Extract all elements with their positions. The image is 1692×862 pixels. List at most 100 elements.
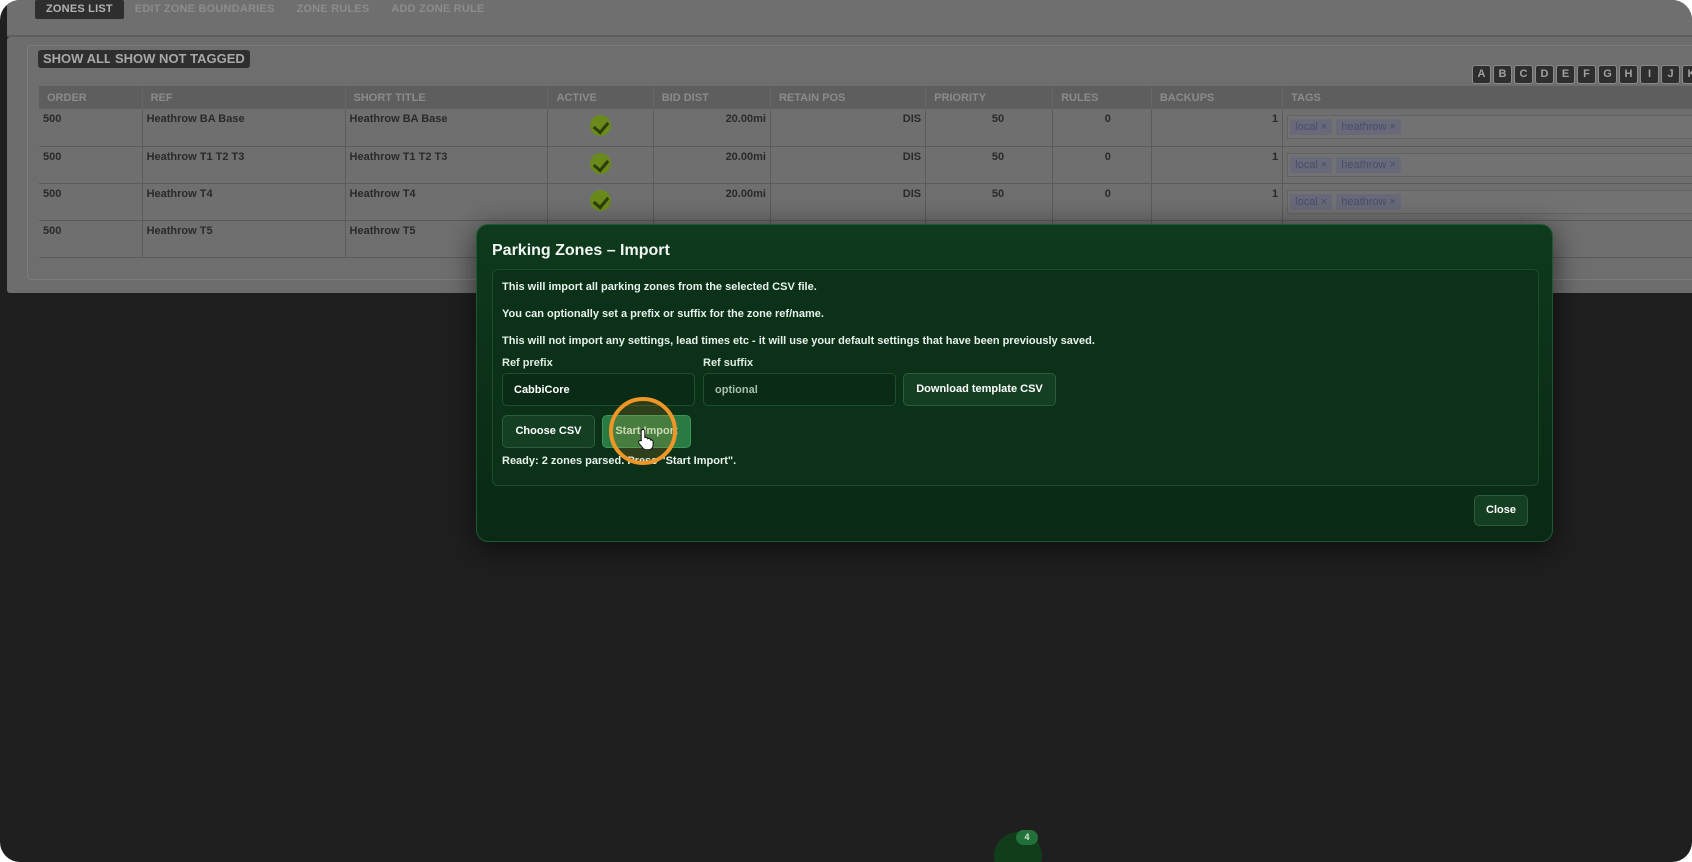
info-text-3: This will not import any settings, lead …	[502, 335, 1095, 347]
choose-csv-button[interactable]: Choose CSV	[502, 415, 595, 448]
column-header[interactable]: ACTIVE	[547, 86, 654, 109]
fab-badge: 4	[1016, 830, 1038, 845]
tag-label: heathrow	[1341, 158, 1387, 171]
cell-tags: local × heathrow ×	[1282, 109, 1692, 147]
ref-suffix-label: Ref suffix	[703, 357, 754, 369]
cell-order: 500	[39, 183, 143, 221]
tag-label: heathrow	[1341, 195, 1387, 208]
cell-retain-pos: DIS	[770, 109, 927, 147]
show-not-tagged-button[interactable]: SHOW NOT TAGGED	[110, 50, 250, 68]
active-check-icon[interactable]	[590, 115, 612, 136]
alphabet-letter-button[interactable]: D	[1535, 65, 1554, 84]
nav-tab[interactable]: ZONES LIST	[35, 0, 124, 19]
close-button[interactable]: Close	[1474, 495, 1528, 526]
modal-title: Parking Zones – Import	[492, 242, 670, 259]
nav-tab[interactable]: ZONE RULES	[285, 0, 380, 19]
alphabet-letter-button[interactable]: F	[1577, 65, 1596, 84]
cell-retain-pos: DIS	[770, 146, 927, 184]
cell-backups: 1	[1151, 146, 1284, 184]
remove-tag-icon[interactable]: ×	[1321, 196, 1327, 208]
cell-short-title: Heathrow T1 T2 T3	[345, 146, 549, 184]
hand-cursor-icon	[638, 428, 654, 450]
cell-rules: 0	[1052, 183, 1152, 221]
top-nav: ZONES LIST EDIT ZONE BOUNDARIES ZONE RULES…	[7, 0, 1692, 37]
show-all-button[interactable]: SHOW ALL	[38, 50, 117, 68]
cell-order: 500	[39, 109, 143, 147]
tag-label: heathrow	[1341, 121, 1387, 133]
column-header[interactable]: RULES	[1052, 86, 1152, 109]
alphabet-letter-button[interactable]: E	[1556, 65, 1575, 84]
alphabet-letter-button[interactable]: C	[1514, 65, 1533, 84]
tag-chip[interactable]: heathrow ×	[1336, 119, 1401, 135]
cell-ref: Heathrow BA Base	[142, 109, 346, 147]
remove-tag-icon[interactable]: ×	[1389, 196, 1395, 208]
alphabet-letter-button[interactable]: G	[1598, 65, 1617, 84]
cell-short-title: Heathrow BA Base	[345, 109, 549, 147]
tags-input[interactable]: local × heathrow ×	[1287, 152, 1692, 177]
cell-rules: 0	[1052, 146, 1152, 184]
ref-prefix-label: Ref prefix	[502, 357, 553, 369]
column-header[interactable]: BACKUPS	[1151, 86, 1284, 109]
column-header[interactable]: SHORT TITLE	[345, 86, 549, 109]
nav-tab[interactable]: ADD ZONE RULE	[380, 0, 495, 19]
tag-chip[interactable]: heathrow ×	[1336, 156, 1401, 173]
table-header-row: ORDER REF SHORT TITLE ACTIVE BID DIST RETAIN …	[39, 86, 1692, 109]
alphabet-letter-button[interactable]: K	[1682, 65, 1692, 84]
tag-label: local	[1295, 195, 1318, 208]
cell-bid-dist: 20.00mi	[653, 183, 771, 221]
tag-label: local	[1295, 158, 1318, 171]
tag-chip[interactable]: local ×	[1290, 193, 1333, 210]
cell-priority: 50	[925, 109, 1054, 147]
ref-suffix-input[interactable]	[703, 373, 896, 406]
alphabet-letter-button[interactable]: J	[1661, 65, 1680, 84]
remove-tag-icon[interactable]: ×	[1389, 121, 1395, 133]
alphabet-letter-button[interactable]: H	[1619, 65, 1638, 84]
column-header[interactable]: BID DIST	[653, 86, 771, 109]
cell-order: 500	[39, 220, 143, 258]
cell-ref: Heathrow T4	[142, 183, 346, 221]
alphabet-filter: ABCDEFGHIJK	[1472, 65, 1692, 84]
alphabet-letter-button[interactable]: I	[1640, 65, 1659, 84]
tag-chip[interactable]: local ×	[1290, 119, 1333, 135]
cell-ref: Heathrow T1 T2 T3	[142, 146, 346, 184]
ref-prefix-input[interactable]	[502, 373, 695, 406]
import-status: Ready: 2 zones parsed. Press "Start Impo…	[502, 455, 737, 467]
tag-chip[interactable]: local ×	[1290, 156, 1333, 173]
cell-backups: 1	[1151, 183, 1284, 221]
nav-tabs: ZONES LIST EDIT ZONE BOUNDARIES ZONE RULES…	[35, 0, 495, 19]
cell-rules: 0	[1052, 109, 1152, 147]
tag-chip[interactable]: heathrow ×	[1336, 193, 1401, 210]
cell-priority: 50	[925, 146, 1054, 184]
tags-input[interactable]: local × heathrow ×	[1287, 115, 1692, 139]
import-modal: Parking Zones – Import This will import …	[476, 224, 1553, 542]
tag-label: local	[1295, 121, 1318, 133]
alphabet-letter-button[interactable]: A	[1472, 65, 1491, 84]
cell-order: 500	[39, 146, 143, 184]
cell-backups: 1	[1151, 109, 1284, 147]
cell-active	[547, 183, 654, 221]
screen: ZONES LIST EDIT ZONE BOUNDARIES ZONE RULES…	[0, 0, 1692, 862]
cell-bid-dist: 20.00mi	[653, 109, 771, 147]
download-template-button[interactable]: Download template CSV	[903, 373, 1056, 406]
column-header[interactable]: RETAIN POS	[770, 86, 927, 109]
cell-active	[547, 109, 654, 147]
cell-tags: local × heathrow ×	[1282, 183, 1692, 221]
column-header[interactable]: TAGS	[1282, 86, 1692, 109]
column-header[interactable]: ORDER	[39, 86, 143, 109]
info-text-1: This will import all parking zones from …	[502, 281, 817, 293]
remove-tag-icon[interactable]: ×	[1321, 121, 1327, 133]
table-row[interactable]: 500 Heathrow BA Base Heathrow BA Base 20.00…	[39, 109, 1692, 147]
cell-active	[547, 146, 654, 184]
remove-tag-icon[interactable]: ×	[1321, 159, 1327, 171]
nav-tab[interactable]: EDIT ZONE BOUNDARIES	[124, 0, 286, 19]
active-check-icon[interactable]	[590, 189, 612, 211]
remove-tag-icon[interactable]: ×	[1389, 159, 1395, 171]
cell-bid-dist: 20.00mi	[653, 146, 771, 184]
alphabet-letter-button[interactable]: B	[1493, 65, 1512, 84]
table-row[interactable]: 500 Heathrow T4 Heathrow T4 20.00mi DIS 50 0 1 l…	[39, 183, 1692, 221]
active-check-icon[interactable]	[590, 152, 612, 174]
column-header[interactable]: PRIORITY	[925, 86, 1054, 109]
tags-input[interactable]: local × heathrow ×	[1287, 189, 1692, 214]
column-header[interactable]: REF	[142, 86, 346, 109]
table-row[interactable]: 500 Heathrow T1 T2 T3 Heathrow T1 T2 T3 20.…	[39, 146, 1692, 184]
